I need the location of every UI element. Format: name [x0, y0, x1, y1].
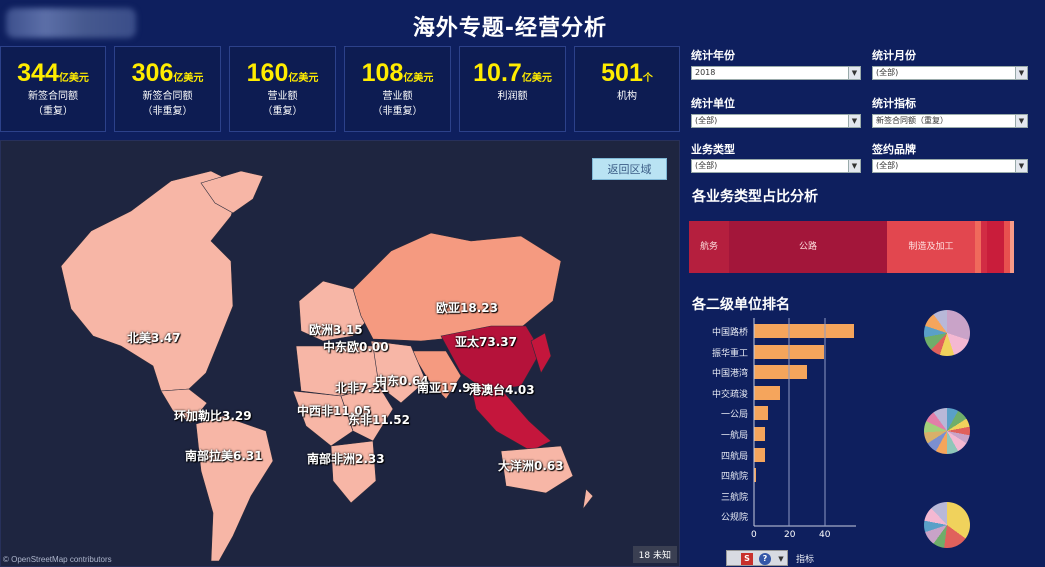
axis-tick: 40 [819, 530, 831, 540]
pie-chart-2[interactable] [924, 408, 970, 454]
axis-tick: 20 [784, 530, 796, 540]
axis-title: 指标 [796, 555, 815, 565]
pie-chart-1[interactable] [924, 310, 970, 356]
pie-chart-3[interactable] [924, 502, 970, 548]
ranking-axes [753, 318, 856, 527]
axis-tick: 0 [751, 530, 757, 540]
help-icon[interactable]: ? [759, 553, 771, 565]
chevron-down-icon[interactable]: ▼ [775, 553, 787, 565]
s-icon[interactable]: S [741, 553, 753, 565]
chart-toolbar: S ? ▼ [726, 550, 788, 566]
